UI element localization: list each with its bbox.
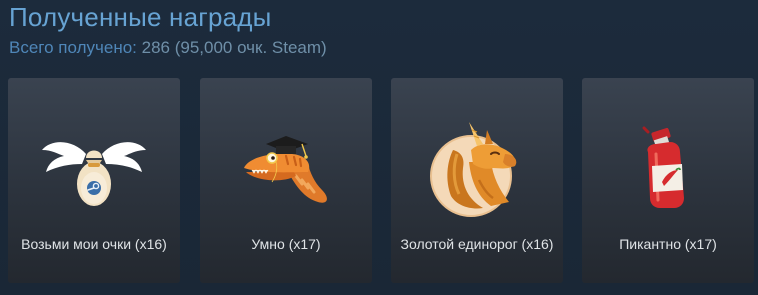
graduate-crocodile-icon [244,136,327,203]
award-list: Возьми мои очки (x16) Умно (x17) Золотой… [8,78,754,283]
award-label: Золотой единорог (x16) [400,236,554,252]
award-label: Возьми мои очки (x16) [21,236,167,252]
awards-summary: Всего получено: 286 (95,000 очк. Steam) [9,38,327,58]
award-card-spicy[interactable]: Пикантно (x17) [582,78,754,283]
golden-unicorn-icon [430,122,517,217]
award-card-clever[interactable]: Умно (x17) [200,78,372,283]
summary-count: 286 (95,000 очк. Steam) [141,38,327,57]
hot-sauce-icon [642,126,684,208]
award-label: Умно (x17) [251,236,321,252]
award-card-take-my-points[interactable]: Возьми мои очки (x16) [8,78,180,283]
awards-panel: Полученные награды Всего получено: 286 (… [0,0,758,295]
summary-prefix: Всего получено: [9,38,137,57]
award-card-golden-unicorn[interactable]: Золотой единорог (x16) [391,78,563,283]
flying-money-bag-icon [42,142,146,206]
page-title: Полученные награды [9,2,272,32]
award-label: Пикантно (x17) [619,236,717,252]
